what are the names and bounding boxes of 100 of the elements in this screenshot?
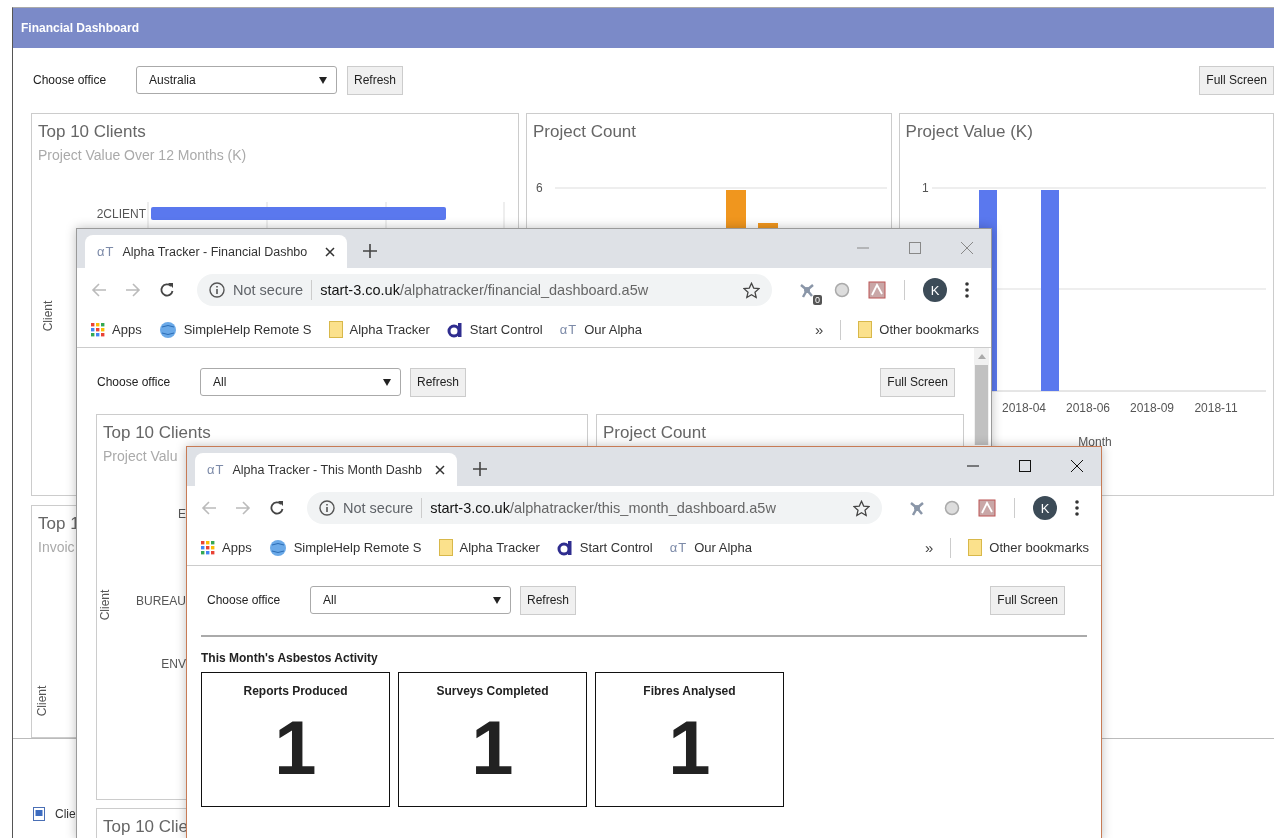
extension-icon[interactable] bbox=[908, 499, 926, 517]
logo-icon bbox=[556, 539, 573, 556]
bookmark[interactable]: Alpha Tracker bbox=[328, 321, 430, 338]
forward-icon[interactable] bbox=[235, 500, 251, 516]
forward-icon[interactable] bbox=[125, 282, 141, 298]
menu-icon[interactable] bbox=[965, 282, 969, 298]
other-bookmarks[interactable]: Other bookmarks bbox=[968, 539, 1089, 556]
axis-tick: 1 bbox=[921, 181, 929, 195]
bookmark[interactable]: Start Control bbox=[556, 539, 653, 556]
stat-label: Reports Produced bbox=[243, 684, 348, 698]
more-bookmarks-button[interactable]: » bbox=[924, 539, 934, 556]
refresh-button[interactable]: Refresh bbox=[347, 65, 404, 95]
reload-icon[interactable] bbox=[159, 282, 175, 298]
dropdown-arrow-icon bbox=[383, 378, 391, 386]
folder-icon bbox=[968, 539, 983, 556]
axis-tick: 2018-04 bbox=[1001, 401, 1046, 415]
circle-icon[interactable] bbox=[944, 500, 960, 516]
full-screen-button[interactable]: Full Screen bbox=[990, 585, 1065, 615]
menu-icon[interactable] bbox=[1075, 500, 1079, 516]
folder-icon bbox=[328, 321, 343, 338]
logo-icon bbox=[446, 321, 463, 338]
office-select[interactable]: All bbox=[310, 586, 511, 614]
office-select[interactable]: Australia bbox=[136, 66, 337, 94]
refresh-button[interactable]: Refresh bbox=[410, 367, 467, 397]
address-bar[interactable]: Not secure start-3.co.uk/alphatracker/this_month_dashboard.a5w bbox=[307, 492, 882, 524]
stat-value: 1 bbox=[668, 710, 711, 786]
reload-icon[interactable] bbox=[269, 500, 285, 516]
browser-tab[interactable]: αT Alpha Tracker - This Month Dashb bbox=[195, 453, 457, 486]
apps-grid-icon bbox=[201, 540, 215, 555]
bookmark[interactable]: SimpleHelp Remote S bbox=[268, 538, 422, 557]
scrollbar[interactable] bbox=[974, 348, 989, 445]
extension-icon[interactable] bbox=[798, 281, 816, 299]
axis-title: Month bbox=[1077, 435, 1112, 449]
folder-icon bbox=[858, 321, 873, 338]
star-icon[interactable] bbox=[853, 499, 870, 517]
stat-label: Fibres Analysed bbox=[643, 684, 736, 698]
category-label: ENV bbox=[161, 657, 186, 671]
info-icon bbox=[209, 282, 225, 298]
back-icon[interactable] bbox=[91, 282, 107, 298]
office-label: Choose office bbox=[97, 375, 172, 389]
close-icon[interactable] bbox=[435, 464, 445, 475]
axis-title: Client bbox=[41, 300, 55, 332]
document-icon[interactable] bbox=[978, 499, 996, 517]
panel-subtitle: Project Value Over 12 Months (K) bbox=[37, 146, 247, 163]
dropdown-arrow-icon bbox=[319, 76, 327, 84]
office-select[interactable]: All bbox=[200, 368, 401, 396]
document-icon bbox=[33, 806, 45, 821]
axis-tick: 6 bbox=[536, 181, 543, 195]
bookmark[interactable]: Apps bbox=[91, 322, 142, 337]
extension-badge: 0 bbox=[813, 295, 822, 305]
bookmark[interactable]: αT Our Alpha bbox=[669, 540, 752, 555]
bookmark[interactable]: Start Control bbox=[446, 321, 543, 338]
close-icon[interactable] bbox=[1071, 459, 1083, 472]
panel-subtitle: Invoic bbox=[37, 538, 75, 555]
info-icon bbox=[319, 500, 335, 516]
scroll-up-icon[interactable] bbox=[977, 354, 986, 359]
bookmark[interactable]: Apps bbox=[201, 540, 252, 555]
bookmark[interactable]: Alpha Tracker bbox=[438, 539, 540, 556]
panel-subtitle: Project Valu bbox=[102, 447, 178, 464]
stat-value: 1 bbox=[274, 710, 317, 786]
bookmark[interactable]: SimpleHelp Remote S bbox=[158, 320, 312, 339]
maximize-icon[interactable] bbox=[1019, 459, 1031, 472]
panel-title: Project Count bbox=[602, 422, 706, 443]
panel-title: Project Value (K) bbox=[904, 121, 1033, 142]
footer-item[interactable]: Clie bbox=[55, 806, 76, 821]
globe-icon bbox=[158, 320, 177, 339]
other-bookmarks[interactable]: Other bookmarks bbox=[858, 321, 979, 338]
folder-icon bbox=[438, 539, 453, 556]
panel-title: Top 10 Clients bbox=[102, 422, 211, 443]
office-label: Choose office bbox=[33, 73, 108, 87]
more-bookmarks-button[interactable]: » bbox=[814, 321, 824, 338]
panel-title: Top 10 Clients bbox=[37, 121, 146, 142]
full-screen-button[interactable]: Full Screen bbox=[880, 367, 955, 397]
stat-label: Surveys Completed bbox=[436, 684, 549, 698]
stat-value: 1 bbox=[471, 710, 514, 786]
axis-title: Client bbox=[35, 685, 49, 717]
profile-avatar[interactable]: K bbox=[923, 278, 947, 302]
category-label: E bbox=[178, 507, 186, 521]
close-icon[interactable] bbox=[325, 246, 335, 257]
axis-tick: 2018-09 bbox=[1129, 401, 1174, 415]
profile-avatar[interactable]: K bbox=[1033, 496, 1057, 520]
address-bar[interactable]: Not secure start-3.co.uk/alphatracker/financial_dashboard.a5w bbox=[197, 274, 772, 306]
section-heading: This Month's Asbestos Activity bbox=[200, 650, 379, 665]
dashboard-title-bar: Financial Dashboard bbox=[13, 8, 1274, 48]
document-icon[interactable] bbox=[868, 281, 886, 299]
axis-tick: 2018-06 bbox=[1065, 401, 1110, 415]
new-tab-icon[interactable] bbox=[473, 462, 487, 476]
new-tab-icon[interactable] bbox=[363, 244, 377, 258]
circle-icon[interactable] bbox=[834, 282, 850, 298]
apps-grid-icon bbox=[91, 322, 105, 337]
star-icon[interactable] bbox=[743, 281, 760, 299]
browser-tab[interactable]: αT Alpha Tracker - Financial Dashbo bbox=[85, 235, 347, 268]
refresh-button[interactable]: Refresh bbox=[520, 585, 577, 615]
full-screen-button[interactable]: Full Screen bbox=[1199, 65, 1274, 95]
axis-title: Client bbox=[98, 589, 112, 621]
back-icon[interactable] bbox=[201, 500, 217, 516]
panel-title: Top 10 Clie bbox=[102, 816, 189, 837]
category-label: BUREAU bbox=[136, 594, 186, 608]
axis-tick: 2018-11 bbox=[1194, 401, 1238, 415]
bookmark[interactable]: αT Our Alpha bbox=[559, 322, 642, 337]
